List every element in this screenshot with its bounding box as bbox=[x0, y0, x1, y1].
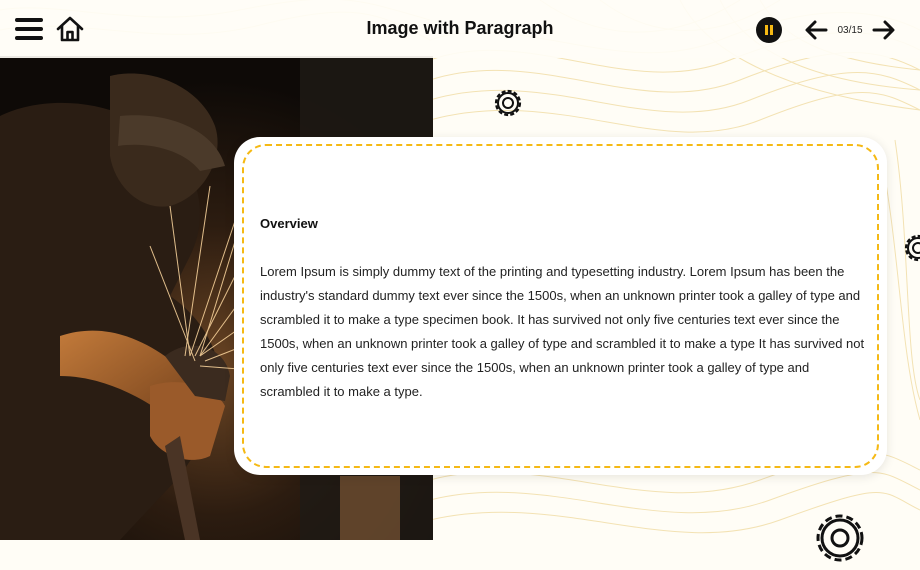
page-title: Image with Paragraph bbox=[366, 18, 554, 38]
arrow-left-icon[interactable] bbox=[804, 19, 828, 41]
arrow-right-icon[interactable] bbox=[872, 19, 896, 41]
card-paragraph: Lorem Ipsum is simply dummy text of the … bbox=[260, 264, 865, 399]
gear-icon bbox=[816, 514, 864, 562]
page-counter: 03/15 bbox=[837, 25, 863, 36]
gear-icon bbox=[494, 89, 522, 117]
gear-icon bbox=[904, 234, 920, 262]
card-dashed-border: Overview Lorem Ipsum is simply dummy tex… bbox=[242, 144, 879, 468]
card-heading: Overview bbox=[260, 216, 318, 231]
pause-icon[interactable] bbox=[756, 17, 782, 43]
content-card: Overview Lorem Ipsum is simply dummy tex… bbox=[234, 137, 887, 475]
top-bar: Image with Paragraph 03/15 bbox=[0, 0, 920, 58]
